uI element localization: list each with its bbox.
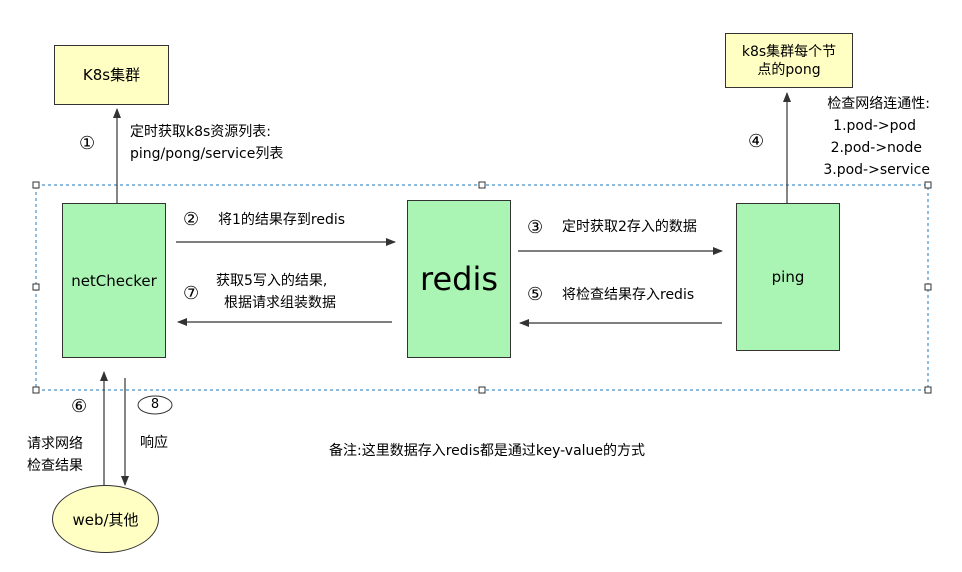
step-6-number: ⑥ bbox=[71, 396, 88, 417]
step-2-label: 将1的结果存到redis bbox=[218, 212, 346, 228]
step-1-label: 定时获取k8s资源列表: ping/pong/service列表 bbox=[130, 124, 284, 162]
k8s-pong-label-line1: k8s集群每个节 bbox=[741, 43, 837, 60]
step-4-label: 检查网络连通性: 1.pod->pod 2.pod->node 3.pod->s… bbox=[823, 96, 930, 178]
note-text: 备注:这里数据存入redis都是通过key-value的方式 bbox=[329, 443, 646, 459]
netchecker-label: netChecker bbox=[71, 271, 157, 290]
k8s-pong-label-line2: 点的pong bbox=[757, 61, 821, 78]
step-4-number: ④ bbox=[748, 131, 765, 152]
client-label: web/其他 bbox=[72, 510, 139, 529]
ping-node: ping bbox=[736, 203, 840, 351]
netchecker-node: netChecker bbox=[62, 203, 166, 358]
step-1-number: ① bbox=[79, 133, 96, 154]
redis-node: redis bbox=[407, 200, 511, 358]
step-8-label: 响应 bbox=[140, 435, 168, 451]
k8s-pong-node: k8s集群每个节 点的pong bbox=[725, 33, 853, 88]
step-2-number: ② bbox=[183, 209, 200, 230]
step-6-label: 请求网络 检查结果 bbox=[27, 436, 83, 474]
client-node: web/其他 bbox=[52, 485, 159, 553]
step-7-number: ⑦ bbox=[183, 283, 200, 304]
ping-label: ping bbox=[771, 268, 805, 286]
k8s-cluster-node: K8s集群 bbox=[54, 45, 169, 105]
step-5-number: ⑤ bbox=[527, 284, 544, 305]
step-5-label: 将检查结果存入redis bbox=[562, 287, 695, 303]
k8s-cluster-label: K8s集群 bbox=[82, 66, 141, 84]
step-3-number: ③ bbox=[527, 217, 544, 238]
step-3-label: 定时获取2存入的数据 bbox=[562, 219, 697, 235]
redis-label: redis bbox=[419, 260, 498, 298]
step-8-number: 8 bbox=[150, 397, 160, 412]
step-7-label: 获取5写入的结果, 根据请求组装数据 bbox=[216, 273, 336, 311]
